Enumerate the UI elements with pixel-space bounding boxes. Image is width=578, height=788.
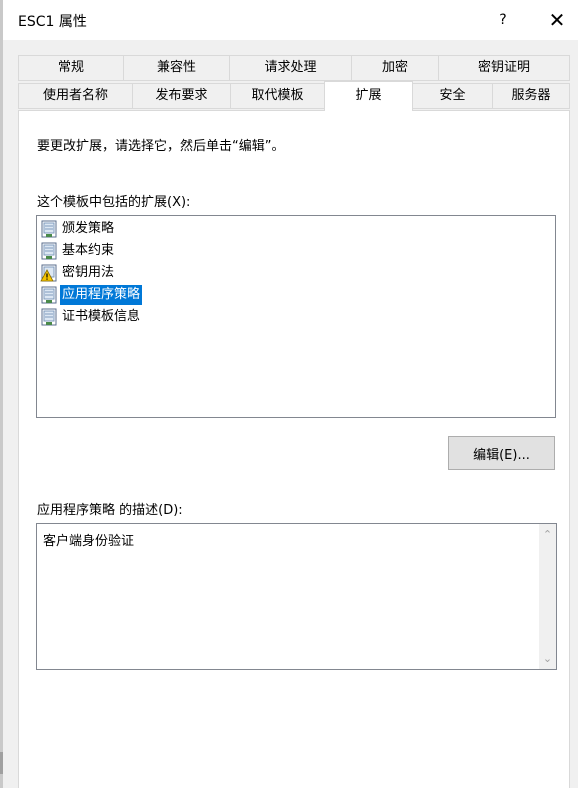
certificate-icon — [41, 286, 57, 304]
list-item-label: 应用程序策略 — [60, 285, 143, 305]
tab-extensions[interactable]: 扩展 — [324, 81, 413, 111]
description-scrollbar[interactable]: ⌃ ⌄ — [539, 524, 556, 669]
help-button[interactable]: ? — [485, 5, 521, 35]
tab-superseded-templates[interactable]: 取代模板 — [230, 83, 325, 109]
description-box[interactable]: 客户端身份验证 ⌃ ⌄ — [36, 523, 557, 670]
close-button[interactable]: ✕ — [539, 5, 575, 35]
extensions-list-label: 这个模板中包括的扩展(X): — [37, 195, 191, 210]
scroll-down-arrow-icon[interactable]: ⌄ — [539, 650, 556, 667]
list-item-label: 基本约束 — [62, 243, 115, 258]
certificate-warning-icon — [40, 264, 57, 282]
tab-security[interactable]: 安全 — [412, 83, 493, 109]
title-bar: ESC1 属性 ? ✕ — [3, 0, 578, 40]
scroll-up-arrow-icon[interactable]: ⌃ — [539, 526, 556, 543]
tab-subject-name[interactable]: 使用者名称 — [18, 83, 133, 109]
extensions-list[interactable]: 颁发策略 基本约束 密钥用法 应用程序策略 证书模板信息 — [36, 215, 556, 418]
list-item-selected[interactable]: 应用程序策略 — [40, 285, 143, 305]
edit-button[interactable]: 编辑(E)... — [448, 436, 555, 470]
tab-general[interactable]: 常规 — [18, 55, 124, 81]
list-item-label: 证书模板信息 — [62, 309, 141, 324]
tab-cryptography[interactable]: 加密 — [351, 55, 439, 81]
list-item-label: 颁发策略 — [62, 221, 115, 236]
instruction-text: 要更改扩展，请选择它，然后单击“编辑”。 — [37, 139, 285, 154]
list-item[interactable]: 密钥用法 — [40, 263, 116, 283]
list-item[interactable]: 颁发策略 — [40, 219, 116, 239]
description-text: 客户端身份验证 — [43, 534, 135, 549]
list-item[interactable]: 基本约束 — [40, 241, 116, 261]
certificate-icon — [41, 242, 57, 260]
description-label: 应用程序策略 的描述(D): — [37, 503, 183, 518]
tab-server[interactable]: 服务器 — [492, 83, 570, 109]
list-item[interactable]: 证书模板信息 — [40, 307, 142, 327]
certificate-icon — [41, 308, 57, 326]
list-item-label: 密钥用法 — [62, 265, 115, 280]
window-title: ESC1 属性 — [18, 14, 87, 30]
tab-issuance-requirements[interactable]: 发布要求 — [132, 83, 231, 109]
tab-compatibility[interactable]: 兼容性 — [123, 55, 230, 81]
tab-request-handling[interactable]: 请求处理 — [229, 55, 352, 81]
tab-key-attestation[interactable]: 密钥证明 — [438, 55, 570, 81]
certificate-icon — [41, 220, 57, 238]
